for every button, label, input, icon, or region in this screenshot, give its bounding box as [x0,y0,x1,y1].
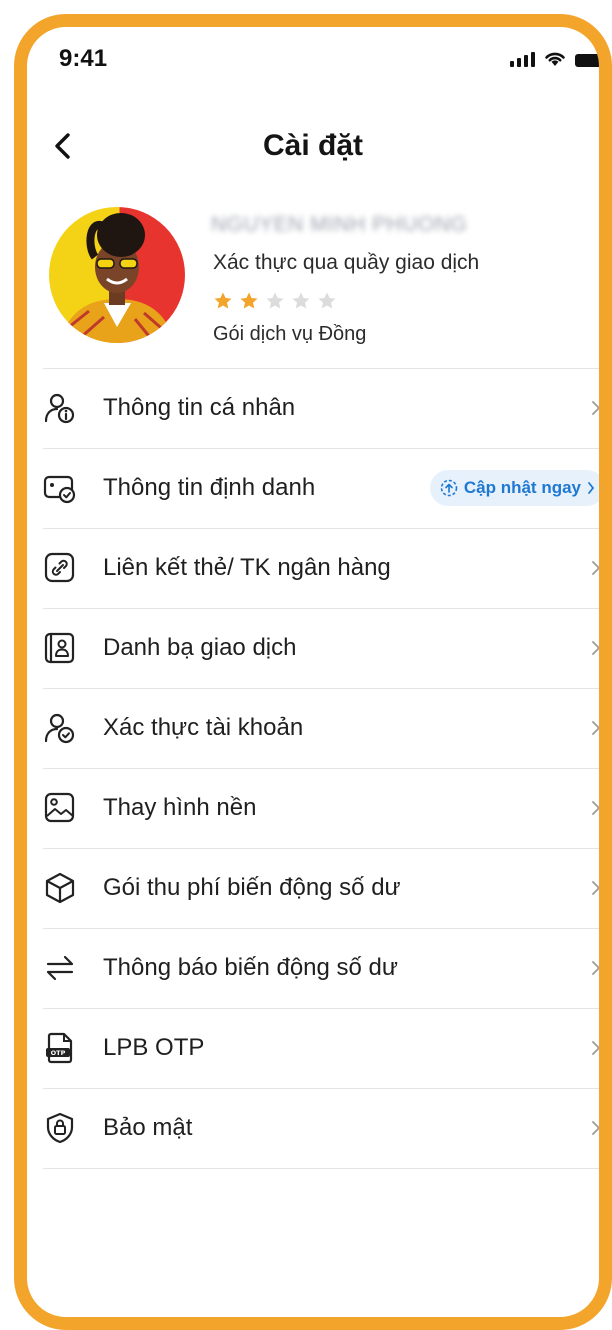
menu-item-label: Bảo mật [103,1114,193,1141]
status-time: 9:41 [59,45,108,72]
contacts-icon [44,632,75,664]
chevron-right-icon [592,961,599,975]
star-filled-icon [240,292,258,309]
phone-frame: 9:41 Cài đặt NGUYEN MINH PHUONG Xác thực… [14,14,612,1330]
chevron-right-icon [592,721,599,735]
user-info-icon [44,393,75,424]
settings-menu: Thông tin cá nhân Thông tin định danh Cậ… [43,368,599,1169]
menu-item-label: Danh bạ giao dịch [103,634,297,661]
star-empty-icon [318,292,336,309]
user-check-icon [44,713,75,744]
swap-icon [46,955,74,981]
verification-status: Xác thực qua quầy giao dịch [213,251,480,274]
svg-text:OTP: OTP [51,1049,66,1057]
menu-item-label: Xác thực tài khoản [103,714,304,741]
rating-stars [213,291,337,311]
menu-item-balance-fee-package[interactable]: Gói thu phí biến động số dư [43,848,599,928]
menu-item-label: LPB OTP [103,1034,205,1061]
update-now-label: Cập nhật ngay [463,478,581,497]
chevron-right-icon [592,641,599,655]
star-empty-icon [266,292,284,309]
menu-item-link-bank[interactable]: Liên kết thẻ/ TK ngân hàng [43,528,599,608]
id-card-icon [43,475,76,504]
menu-item-personal-info[interactable]: Thông tin cá nhân [43,368,599,448]
battery-icon [575,54,599,67]
star-empty-icon [292,292,310,309]
chevron-right-icon [592,561,599,575]
signal-icon [510,51,535,67]
chevron-right-icon [592,1121,599,1135]
menu-item-contacts[interactable]: Danh bạ giao dịch [43,608,599,688]
menu-item-label: Thông tin cá nhân [103,394,296,421]
header: Cài đặt [27,117,599,177]
status-icons [510,49,599,67]
menu-item-account-verification[interactable]: Xác thực tài khoản [43,688,599,768]
chevron-right-icon [592,401,599,415]
menu-item-label: Liên kết thẻ/ TK ngân hàng [103,554,391,581]
menu-item-label: Thông tin định danh [103,474,316,501]
menu-item-lpb-otp[interactable]: OTP LPB OTP [43,1008,599,1088]
chevron-right-icon [588,482,595,494]
shield-lock-icon [46,1112,74,1144]
profile-section: NGUYEN MINH PHUONG Xác thực qua quầy gia… [27,207,599,357]
status-bar: 9:41 [27,27,599,87]
avatar[interactable] [49,207,185,343]
profile-name: NGUYEN MINH PHUONG [211,213,468,236]
chevron-right-icon [592,801,599,815]
star-filled-icon [214,292,232,309]
upload-circle-icon [440,479,458,497]
menu-item-balance-notification[interactable]: Thông báo biến động số dư [43,928,599,1008]
menu-item-label: Thông báo biến động số dư [103,954,398,981]
menu-item-label: Thay hình nền [103,794,257,821]
update-now-badge[interactable]: Cập nhật ngay [429,470,599,506]
menu-item-identity-info[interactable]: Thông tin định danh Cập nhật ngay [43,448,599,528]
menu-item-wallpaper[interactable]: Thay hình nền [43,768,599,848]
service-package: Gói dịch vụ Đồng [213,323,367,345]
link-icon [44,552,75,583]
chevron-right-icon [592,1041,599,1055]
box-icon [45,872,75,904]
wifi-icon [545,52,565,66]
chevron-right-icon [592,881,599,895]
menu-item-label: Gói thu phí biến động số dư [103,874,401,901]
page-title: Cài đặt [262,129,364,162]
avatar-illustration [59,213,175,343]
menu-item-security[interactable]: Bảo mật [43,1088,599,1169]
otp-icon: OTP [46,1032,73,1064]
image-icon [44,792,75,823]
